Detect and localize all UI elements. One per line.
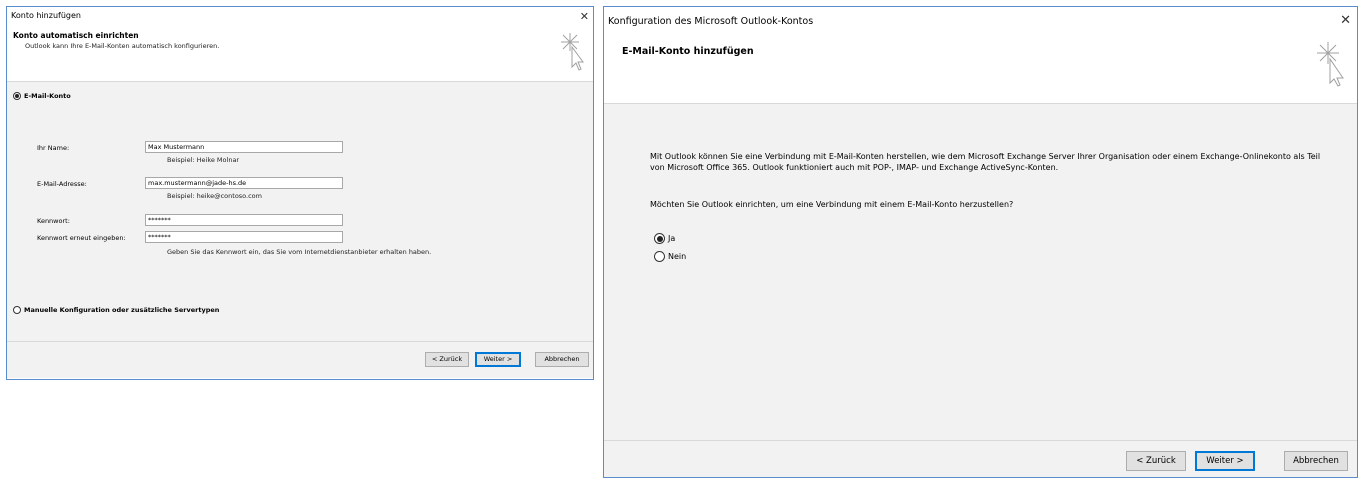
option-no-radio[interactable]: Nein — [654, 251, 686, 262]
name-input[interactable]: Max Mustermann — [145, 141, 343, 153]
wizard-header: Konto automatisch einrichten Outlook kan… — [7, 29, 593, 82]
wizard-header: E-Mail-Konto hinzufügen — [604, 35, 1357, 104]
password-label: Kennwort: — [37, 217, 70, 225]
wizard-footer: < Zurück Weiter > Abbrechen — [7, 341, 593, 378]
manual-config-radio[interactable]: Manuelle Konfiguration oder zusätzliche … — [13, 306, 219, 314]
cancel-button[interactable]: Abbrechen — [535, 352, 589, 367]
back-button[interactable]: < Zurück — [425, 352, 469, 367]
close-icon[interactable]: ✕ — [580, 10, 589, 23]
password-repeat-input[interactable]: ******* — [145, 231, 343, 243]
outlook-account-config-dialog: Konfiguration des Microsoft Outlook-Kont… — [603, 6, 1358, 478]
window-title: Konto hinzufügen — [11, 11, 81, 20]
option-yes-radio[interactable]: Ja — [654, 233, 675, 244]
question-text: Möchten Sie Outlook einrichten, um eine … — [650, 200, 1014, 209]
next-button[interactable]: Weiter > — [1195, 451, 1255, 471]
header-subtitle: Outlook kann Ihre E-Mail-Konten automati… — [25, 42, 220, 50]
email-example: Beispiel: heike@contoso.com — [167, 192, 262, 200]
wizard-body: E-Mail-Konto Ihr Name: Max Mustermann Be… — [7, 82, 593, 341]
radio-unselected-icon — [654, 251, 665, 262]
wizard-body: Mit Outlook können Sie eine Verbindung m… — [604, 104, 1357, 440]
email-account-label: E-Mail-Konto — [24, 92, 71, 100]
wizard-footer: < Zurück Weiter > Abbrechen — [604, 440, 1357, 477]
password-input[interactable]: ******* — [145, 214, 343, 226]
radio-selected-icon — [654, 233, 665, 244]
header-title: Konto automatisch einrichten — [13, 31, 139, 40]
radio-selected-icon — [13, 92, 21, 100]
wizard-star-cursor-icon — [1317, 42, 1344, 87]
name-example: Beispiel: Heike Molnar — [167, 156, 240, 164]
header-title: E-Mail-Konto hinzufügen — [622, 46, 754, 57]
window-title: Konfiguration des Microsoft Outlook-Kont… — [608, 16, 814, 27]
close-icon[interactable]: ✕ — [1340, 13, 1351, 28]
email-label: E-Mail-Adresse: — [37, 180, 87, 188]
wizard-star-cursor-icon — [561, 33, 584, 71]
radio-unselected-icon — [13, 306, 21, 314]
title-bar: Konto hinzufügen ✕ — [7, 7, 593, 29]
option-yes-label: Ja — [668, 234, 676, 243]
password-repeat-label: Kennwort erneut eingeben: — [37, 234, 126, 242]
option-no-label: Nein — [668, 252, 687, 261]
next-button[interactable]: Weiter > — [475, 352, 521, 367]
description-text: Mit Outlook können Sie eine Verbindung m… — [650, 152, 1321, 172]
back-button[interactable]: < Zurück — [1126, 451, 1186, 471]
email-input[interactable]: max.mustermann@jade-hs.de — [145, 177, 343, 189]
cancel-button[interactable]: Abbrechen — [1284, 451, 1348, 471]
name-label: Ihr Name: — [37, 144, 70, 152]
add-account-dialog: Konto hinzufügen ✕ Konto automatisch ein… — [6, 6, 594, 380]
password-hint: Geben Sie das Kennwort ein, das Sie vom … — [167, 248, 432, 256]
manual-config-label: Manuelle Konfiguration oder zusätzliche … — [24, 306, 220, 314]
email-account-radio[interactable]: E-Mail-Konto — [13, 92, 71, 100]
title-bar: Konfiguration des Microsoft Outlook-Kont… — [604, 7, 1357, 35]
